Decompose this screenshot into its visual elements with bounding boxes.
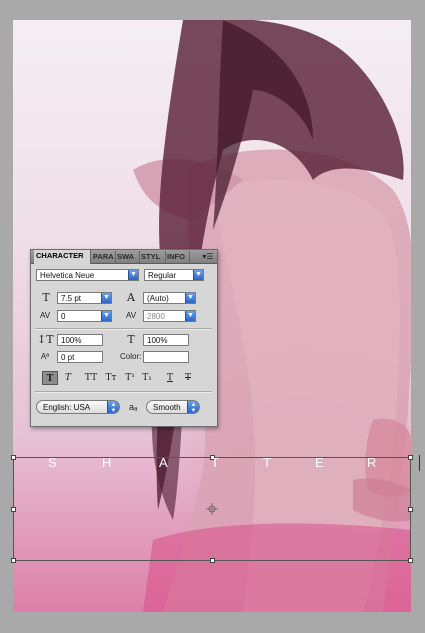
font-style-value: Regular	[148, 271, 177, 280]
faux-bold-button[interactable]: T	[42, 371, 58, 385]
vertical-scale-value: 100%	[61, 336, 82, 345]
baseline-shift-value: 0 pt	[61, 353, 75, 362]
kerning-field[interactable]: 0 ▼	[57, 310, 112, 322]
panel-menu-icon[interactable]: ▾☰	[201, 251, 215, 262]
tab-character[interactable]: CHARACTER	[34, 250, 91, 264]
subscript-button[interactable]: T₁	[139, 371, 155, 385]
text-bounding-box[interactable]: S H A T T E R	[11, 455, 413, 563]
antialias-select[interactable]: Smooth ▲ ▼	[146, 400, 200, 414]
antialias-value: Smooth	[153, 403, 181, 412]
font-family-value: Helvetica Neue	[40, 271, 95, 280]
updown-arrows-icon: ▲ ▼	[107, 401, 119, 413]
tab-paragraph[interactable]: PARA	[91, 251, 116, 263]
tracking-field[interactable]: 2800 ▼	[143, 310, 196, 322]
language-select[interactable]: English: USA ▲ ▼	[36, 400, 120, 414]
color-label: Color:	[120, 352, 142, 361]
font-family-select[interactable]: Helvetica Neue ▼	[36, 269, 139, 281]
text-letter: T	[211, 455, 219, 470]
text-letter: T	[263, 455, 271, 470]
font-style-select[interactable]: Regular ▼	[144, 269, 204, 281]
resize-handle-left[interactable]	[11, 507, 16, 512]
font-size-field[interactable]: 7.5 pt ▼	[57, 292, 112, 304]
language-value: English: USA	[43, 403, 91, 412]
chevron-down-icon: ▼	[185, 311, 195, 321]
horizontal-scale-field[interactable]: 100%	[143, 334, 189, 346]
divider	[35, 391, 212, 393]
resize-handle-bottom[interactable]	[210, 558, 215, 563]
text-letter: S	[48, 455, 57, 470]
faux-italic-button[interactable]: T	[60, 371, 76, 385]
baseline-shift-icon: Aª	[40, 352, 50, 361]
tracking-icon: AV	[125, 311, 137, 320]
small-caps-button[interactable]: Tт	[103, 371, 119, 385]
horizontal-scale-icon: T	[127, 333, 135, 346]
updown-arrows-icon: ▲ ▼	[187, 401, 199, 413]
panel-tab-bar: CHARACTER PARA SWA STYL INFO ▾☰	[31, 250, 217, 264]
strikethrough-button[interactable]: T	[180, 371, 196, 385]
canvas-text-layer: S H A T T E R	[13, 455, 413, 471]
tab-info[interactable]: INFO	[165, 251, 190, 263]
color-swatch[interactable]	[143, 351, 189, 363]
font-size-value: 7.5 pt	[61, 294, 82, 303]
antialias-icon: aₐ	[129, 402, 138, 412]
chevron-down-icon: ▼	[128, 270, 138, 280]
text-letter: H	[102, 455, 112, 470]
vertical-scale-icon: ↕T	[37, 333, 54, 346]
vertical-scale-field[interactable]: 100%	[57, 334, 103, 346]
superscript-button[interactable]: T¹	[122, 371, 138, 385]
font-size-icon: T	[42, 291, 50, 304]
divider	[35, 328, 212, 330]
leading-value: (Auto)	[147, 294, 169, 303]
chevron-down-icon: ▼	[185, 293, 195, 303]
all-caps-button[interactable]: TT	[83, 371, 99, 385]
leading-icon: A	[127, 291, 135, 304]
resize-handle-bottom-right[interactable]	[408, 558, 413, 563]
tracking-value: 2800	[147, 312, 165, 321]
resize-handle-bottom-left[interactable]	[11, 558, 16, 563]
text-cursor	[419, 455, 420, 471]
character-panel[interactable]: CHARACTER PARA SWA STYL INFO ▾☰ Helvetic…	[30, 249, 218, 427]
tab-styles[interactable]: STYL	[139, 251, 166, 263]
kerning-value: 0	[61, 312, 66, 321]
text-letter: R	[367, 455, 377, 470]
underline-button[interactable]: T	[162, 371, 178, 385]
kerning-icon: AV	[39, 311, 51, 320]
leading-field[interactable]: (Auto) ▼	[143, 292, 196, 304]
baseline-shift-field[interactable]: 0 pt	[57, 351, 103, 363]
chevron-down-icon: ▼	[101, 311, 111, 321]
chevron-down-icon: ▼	[193, 270, 203, 280]
tab-swatches[interactable]: SWA	[115, 251, 140, 263]
text-letter: E	[315, 455, 324, 470]
resize-handle-right[interactable]	[408, 507, 413, 512]
bounding-box-outline	[13, 457, 411, 561]
horizontal-scale-value: 100%	[147, 336, 168, 345]
chevron-down-icon: ▼	[101, 293, 111, 303]
text-letter: A	[159, 455, 168, 470]
